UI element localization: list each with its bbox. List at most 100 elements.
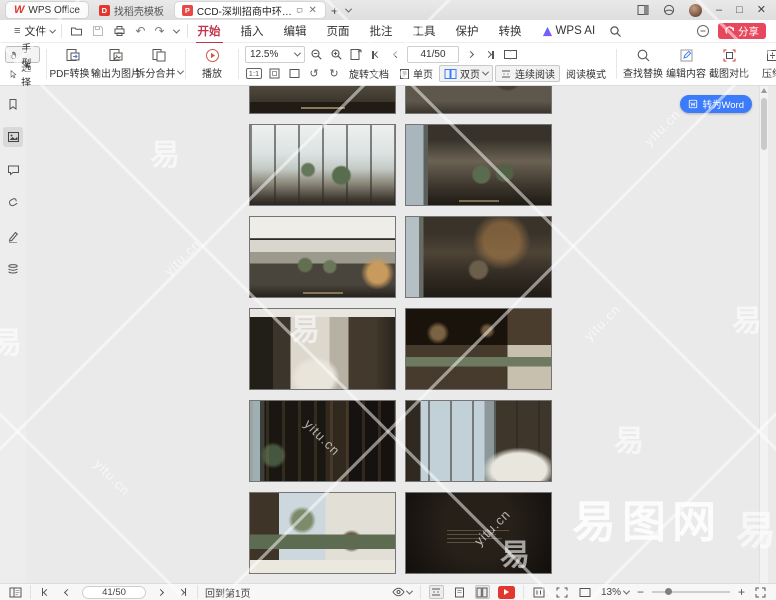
vertical-scrollbar[interactable] bbox=[759, 86, 768, 583]
zoom-out-button[interactable] bbox=[307, 46, 325, 63]
first-page-button[interactable] bbox=[367, 46, 385, 63]
signature-panel-button[interactable] bbox=[3, 226, 23, 246]
page-thumbnail[interactable] bbox=[406, 401, 551, 481]
menu-protect[interactable]: 保护 bbox=[446, 20, 489, 42]
fit-page-button[interactable] bbox=[555, 585, 570, 599]
page-thumbnail[interactable] bbox=[406, 125, 551, 205]
comment-bubble-icon[interactable] bbox=[296, 5, 303, 16]
menu-annotate[interactable]: 批注 bbox=[360, 20, 403, 42]
continuous-read-button[interactable]: 连续阅读 bbox=[495, 65, 560, 82]
page-thumbnail[interactable] bbox=[250, 493, 395, 573]
open-folder-icon[interactable] bbox=[70, 25, 83, 37]
rotate-left-icon[interactable]: ↺ bbox=[305, 65, 323, 82]
last-page-button[interactable] bbox=[175, 585, 190, 599]
bookmarks-panel-button[interactable] bbox=[3, 94, 23, 114]
menu-edit[interactable]: 编辑 bbox=[274, 20, 317, 42]
page-number-input[interactable]: 41/50 bbox=[407, 46, 459, 63]
double-page-toggle[interactable] bbox=[475, 585, 490, 599]
fit-page-width-button[interactable] bbox=[347, 46, 365, 63]
rotate-right-icon[interactable]: ↻ bbox=[325, 65, 343, 82]
find-replace-button[interactable]: 查找替换 bbox=[623, 47, 663, 81]
convert-to-word-button[interactable]: 转为Word bbox=[680, 95, 752, 113]
redo-icon[interactable]: ↷ bbox=[154, 24, 164, 38]
play-slideshow-button[interactable]: 播放 bbox=[192, 47, 232, 81]
zoom-in-button[interactable]: + bbox=[738, 586, 745, 598]
document-canvas[interactable]: 转为Word bbox=[26, 86, 768, 583]
actual-size-button[interactable]: 1:1 bbox=[245, 65, 263, 82]
single-page-toggle[interactable] bbox=[452, 585, 467, 599]
zoom-input[interactable]: 12.5% bbox=[245, 46, 305, 63]
thumbnails-panel-button[interactable] bbox=[3, 127, 23, 147]
export-as-image-button[interactable]: 输出为图片 bbox=[96, 47, 136, 81]
quick-access-chevron-icon[interactable] bbox=[173, 26, 180, 33]
select-tool-button[interactable]: 选择 bbox=[5, 65, 40, 82]
menu-tools[interactable]: 工具 bbox=[403, 20, 446, 42]
close-button[interactable]: ✕ bbox=[757, 5, 766, 16]
pdf-convert-button[interactable]: PDF转换 bbox=[53, 47, 93, 81]
menu-convert[interactable]: 转换 bbox=[489, 20, 532, 42]
page-thumbnail[interactable] bbox=[250, 401, 395, 481]
theme-globe-icon[interactable] bbox=[663, 4, 675, 16]
fit-width-button[interactable] bbox=[285, 65, 303, 82]
fit-width-button[interactable] bbox=[578, 585, 593, 599]
file-menu[interactable]: ≡ 文件 bbox=[8, 23, 61, 39]
split-merge-button[interactable]: 拆分合并 bbox=[139, 47, 179, 81]
page-thumbnail[interactable] bbox=[250, 309, 395, 389]
zoom-percent-label[interactable]: 13% bbox=[601, 587, 629, 598]
layers-panel-button[interactable] bbox=[3, 259, 23, 279]
play-fullscreen-button[interactable] bbox=[498, 586, 515, 599]
single-page-button[interactable]: 单页 bbox=[395, 65, 437, 82]
menu-page[interactable]: 页面 bbox=[317, 20, 360, 42]
view-options-button[interactable] bbox=[392, 585, 412, 599]
page-thumbnail[interactable] bbox=[406, 86, 551, 113]
double-page-button[interactable]: 双页 bbox=[439, 65, 493, 82]
page-thumbnail[interactable] bbox=[250, 125, 395, 205]
fit-page-button[interactable] bbox=[265, 65, 283, 82]
last-page-button[interactable] bbox=[481, 46, 499, 63]
save-icon[interactable] bbox=[92, 25, 104, 37]
menu-wps-ai[interactable]: WPS AI bbox=[532, 22, 606, 40]
back-to-first-page-link[interactable]: 回到第1页 bbox=[205, 585, 251, 600]
tab-docer-templates[interactable]: D 找稻壳模板 bbox=[92, 2, 171, 18]
comments-panel-button[interactable] bbox=[3, 160, 23, 180]
tab-list-chevron-icon[interactable] bbox=[345, 5, 352, 12]
edit-content-button[interactable]: 编辑内容 bbox=[666, 47, 706, 81]
page-thumbnail[interactable] bbox=[406, 493, 551, 573]
search-icon[interactable] bbox=[609, 25, 622, 38]
user-avatar[interactable] bbox=[689, 4, 702, 17]
scroll-up-arrow-icon[interactable] bbox=[761, 88, 767, 93]
first-page-button[interactable] bbox=[38, 585, 53, 599]
screenshot-compare-button[interactable]: 截图对比 bbox=[709, 47, 749, 81]
page-thumbnail[interactable] bbox=[406, 309, 551, 389]
page-number-input[interactable]: 41/50 bbox=[82, 586, 146, 599]
actual-size-button[interactable] bbox=[532, 585, 547, 599]
continuous-read-toggle[interactable] bbox=[429, 585, 444, 599]
next-page-button[interactable] bbox=[153, 585, 168, 599]
app-home-tab[interactable]: W WPS Office bbox=[6, 2, 88, 18]
menu-insert[interactable]: 插入 bbox=[231, 20, 274, 42]
undo-icon[interactable]: ↶ bbox=[135, 24, 145, 38]
menu-home[interactable]: 开始 bbox=[188, 20, 231, 42]
new-tab-button[interactable]: + bbox=[331, 3, 339, 18]
previous-page-button[interactable] bbox=[60, 585, 75, 599]
zoom-in-button[interactable] bbox=[327, 46, 345, 63]
share-button[interactable]: 分享 bbox=[718, 23, 766, 39]
maximize-button[interactable]: □ bbox=[736, 5, 743, 16]
minimize-button[interactable]: – bbox=[716, 5, 722, 16]
page-layout-icon[interactable] bbox=[8, 585, 23, 599]
zoom-out-button[interactable]: − bbox=[637, 586, 644, 598]
zoom-slider[interactable] bbox=[652, 591, 730, 593]
tab-active-document[interactable]: P CCD-深圳招商中环红玺样板房间 ✕ bbox=[175, 2, 325, 18]
compress-button[interactable]: 压缩 bbox=[752, 47, 776, 81]
print-icon[interactable] bbox=[113, 25, 126, 37]
page-thumbnail[interactable] bbox=[406, 217, 551, 297]
read-mode-button[interactable]: 阅读模式 bbox=[562, 65, 610, 82]
panel-toggle-icon[interactable] bbox=[637, 4, 649, 16]
zoom-slider-knob[interactable] bbox=[665, 588, 672, 595]
fullscreen-button[interactable] bbox=[753, 585, 768, 599]
two-page-book-icon[interactable] bbox=[501, 46, 519, 63]
next-page-button[interactable] bbox=[461, 46, 479, 63]
scrollbar-thumb[interactable] bbox=[761, 98, 767, 150]
attachments-panel-button[interactable] bbox=[3, 193, 23, 213]
close-tab-icon[interactable]: ✕ bbox=[308, 5, 318, 16]
